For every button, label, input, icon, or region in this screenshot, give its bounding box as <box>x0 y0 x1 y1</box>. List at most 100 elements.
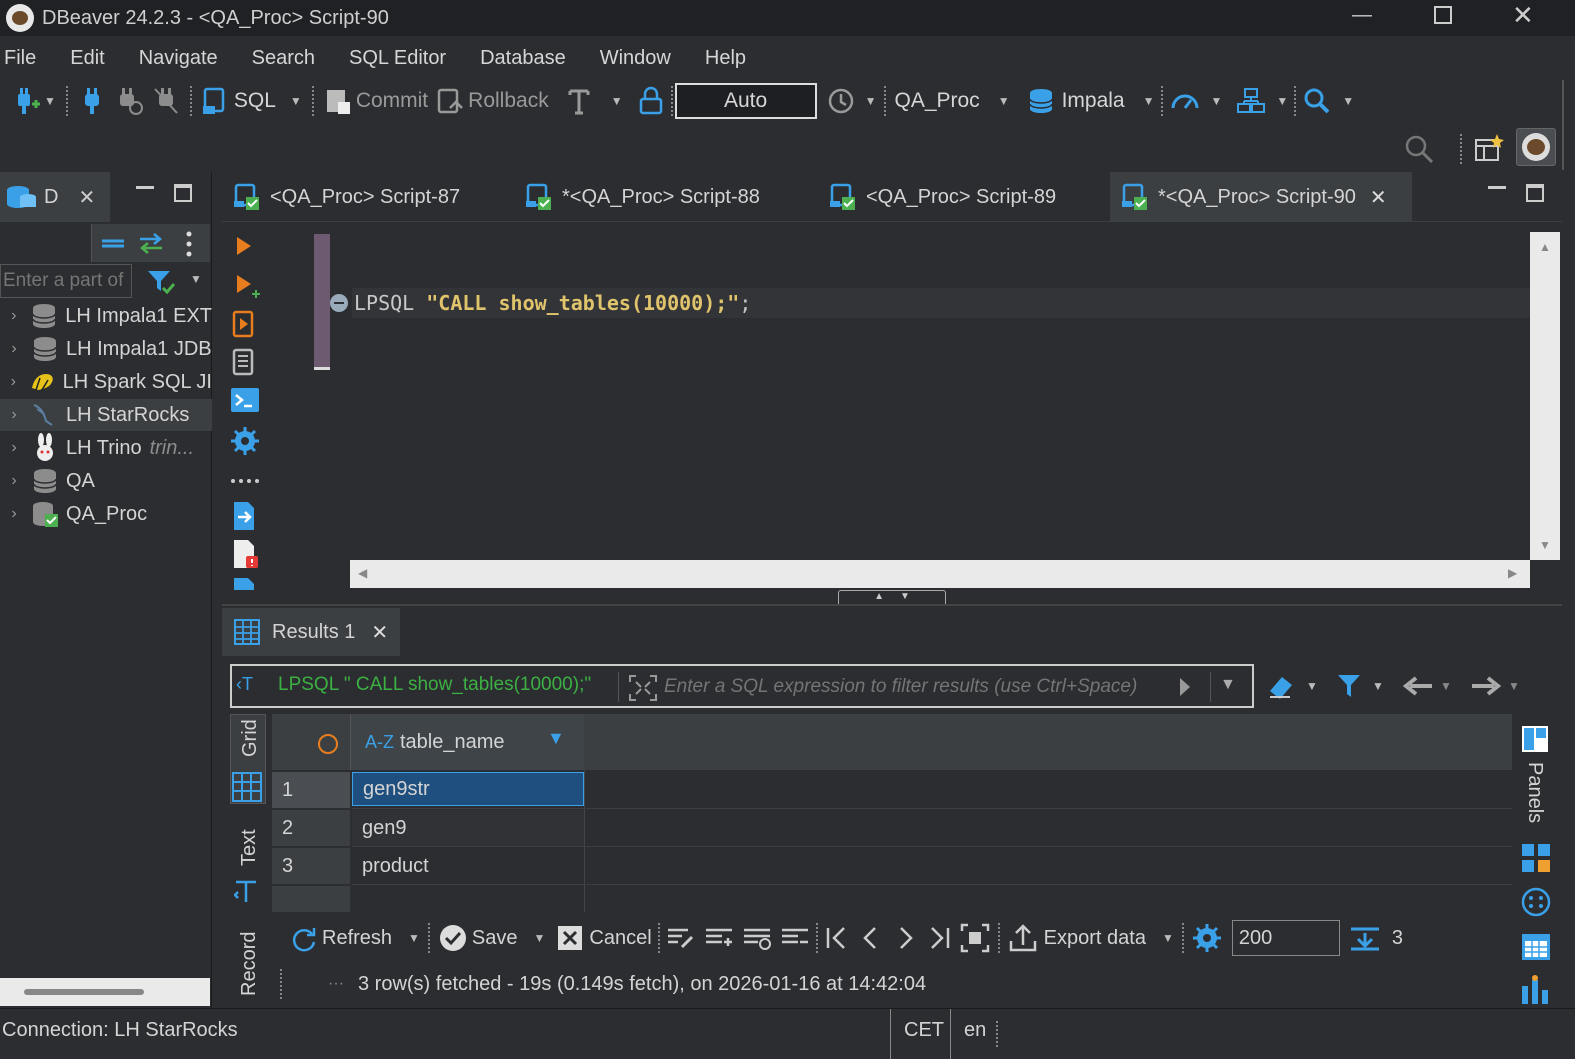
tree-item-lh-impala1-jdb[interactable]: › LH Impala1 JDB <box>0 333 212 365</box>
row-number-3[interactable]: 3 <box>272 848 350 884</box>
scroll-down-icon[interactable]: ▼ <box>1539 538 1551 552</box>
editor-tab-script-87[interactable]: <QA_Proc> Script-87 <box>232 172 460 222</box>
perspective-dbeaver-button[interactable] <box>1516 128 1556 166</box>
value-panel-button[interactable] <box>1520 842 1552 874</box>
export-data-button[interactable]: Export data ▼ <box>1004 918 1178 958</box>
chevron-down-icon[interactable]: ▼ <box>1440 679 1452 693</box>
copy-row-button[interactable] <box>738 918 776 958</box>
timezone-status[interactable]: CET <box>904 1019 944 1042</box>
metadata-panel-button[interactable] <box>1520 886 1552 918</box>
editor-tab-script-90[interactable]: *<QA_Proc> Script-90 ✕ <box>1110 172 1412 222</box>
execute-in-new-tab-button[interactable] <box>234 272 262 300</box>
navigator-hscrollbar[interactable] <box>0 978 210 1006</box>
fetch-size-input-box[interactable]: 200 <box>1231 920 1340 956</box>
chevron-right-icon[interactable]: › <box>0 307 28 325</box>
connection-selector[interactable] <box>0 224 92 262</box>
scroll-right-icon[interactable]: ▶ <box>1508 566 1517 580</box>
close-icon[interactable]: ✕ <box>371 620 388 645</box>
previous-page-button[interactable] <box>854 918 888 958</box>
editor-tab-script-89[interactable]: <QA_Proc> Script-89 <box>828 172 1056 222</box>
execute-statement-button[interactable] <box>234 234 254 258</box>
open-console-button[interactable] <box>230 386 260 416</box>
edit-row-button[interactable] <box>662 918 700 958</box>
menu-database[interactable]: Database <box>480 47 566 70</box>
navigator-filter-input[interactable] <box>0 264 132 298</box>
tree-item-lh-trino[interactable]: › LH Trino trin... <box>0 432 212 464</box>
last-page-button[interactable] <box>922 918 956 958</box>
add-row-button[interactable] <box>700 918 738 958</box>
global-search-button[interactable] <box>1402 132 1436 166</box>
next-page-button[interactable] <box>888 918 922 958</box>
chevron-down-icon[interactable]: ▼ <box>1276 94 1288 108</box>
expand-icon[interactable] <box>628 674 658 702</box>
active-datasource-selector[interactable]: QA_Proc ▼ <box>890 81 1013 121</box>
tree-item-lh-spark-sql[interactable]: › LH Spark SQL JI <box>0 366 212 398</box>
scroll-left-icon[interactable]: ◀ <box>358 566 367 580</box>
chevron-down-icon[interactable]: ▼ <box>1143 94 1155 108</box>
navigator-tab[interactable]: D ✕ <box>0 172 110 222</box>
menu-navigate[interactable]: Navigate <box>139 47 218 70</box>
search-toolbar-button[interactable]: ▼ <box>1298 81 1358 121</box>
fold-icon[interactable] <box>330 294 348 312</box>
transaction-mode-button[interactable]: ▼ <box>563 81 627 121</box>
minimize-panel-button[interactable] <box>136 186 154 190</box>
maximize-button[interactable] <box>1434 6 1452 24</box>
menu-window[interactable]: Window <box>600 47 671 70</box>
cancel-button[interactable]: Cancel <box>553 918 655 958</box>
tree-item-lh-impala1-ext[interactable]: › LH Impala1 EXT <box>0 300 212 332</box>
apply-filter-button[interactable] <box>1178 676 1192 698</box>
new-connection-button[interactable]: ▼ <box>8 81 60 121</box>
chevron-down-icon[interactable]: ▼ <box>290 94 302 108</box>
chevron-down-icon[interactable]: ▼ <box>190 272 202 286</box>
explain-plan-button[interactable] <box>230 346 260 378</box>
minimize-button[interactable]: — <box>1352 4 1382 32</box>
editor-hscrollbar[interactable]: ◀ ▶ <box>350 560 1530 588</box>
maximize-panel-button[interactable] <box>174 184 192 202</box>
transaction-mode-box[interactable]: Auto <box>674 83 817 119</box>
result-settings-button[interactable] <box>1188 918 1226 958</box>
tree-item-qa-proc[interactable]: › QA_Proc <box>0 498 212 530</box>
chevron-down-icon[interactable]: ▼ <box>1372 679 1384 693</box>
column-header-table-name[interactable]: A-Z table_name ▼ <box>350 714 584 770</box>
chevron-right-icon[interactable]: › <box>0 373 27 391</box>
forward-button[interactable]: ▼ <box>1470 668 1526 704</box>
filter-history-dropdown[interactable]: ▼ <box>1220 676 1236 694</box>
tree-item-qa[interactable]: › QA <box>0 465 212 497</box>
sort-dropdown-icon[interactable]: ▼ <box>547 728 565 749</box>
chevron-down-icon[interactable]: ▼ <box>408 931 420 945</box>
chevron-up-icon[interactable]: ▲ <box>874 591 884 604</box>
delete-row-button[interactable] <box>776 918 814 958</box>
row-select-all[interactable] <box>318 734 338 754</box>
open-perspective-button[interactable] <box>1472 132 1506 164</box>
reconnect-button[interactable] <box>110 81 148 121</box>
connect-button[interactable] <box>74 81 110 121</box>
menu-edit[interactable]: Edit <box>70 47 104 70</box>
panels-label[interactable]: Panels <box>1523 762 1546 823</box>
editor-tab-script-88[interactable]: *<QA_Proc> Script-88 <box>524 172 760 222</box>
chevron-right-icon[interactable]: › <box>0 406 28 424</box>
chevron-down-icon[interactable]: ▼ <box>1162 931 1174 945</box>
first-page-button[interactable] <box>820 918 854 958</box>
more-actions-icon[interactable] <box>230 472 260 483</box>
chevron-right-icon[interactable]: › <box>0 505 28 523</box>
cell-table-name-3[interactable]: product <box>352 848 584 884</box>
side-tab-record[interactable]: Record <box>230 926 266 998</box>
calendar-panel-button[interactable] <box>1520 930 1552 962</box>
grid-view-icon[interactable] <box>232 772 262 802</box>
menu-sql-editor[interactable]: SQL Editor <box>349 47 446 70</box>
disconnect-button[interactable] <box>148 81 184 121</box>
chevron-down-icon[interactable]: ▼ <box>998 94 1010 108</box>
cell-table-name-2[interactable]: gen9 <box>352 810 584 846</box>
clear-filter-button[interactable]: ▼ <box>1266 668 1324 704</box>
code-editor[interactable]: LPSQL "CALL show_tables(10000);"; <box>312 232 1530 560</box>
lock-button[interactable] <box>633 81 669 121</box>
chevron-down-icon[interactable]: ▼ <box>900 591 910 604</box>
chevron-right-icon[interactable]: › <box>0 340 28 358</box>
rollback-button[interactable]: Rollback <box>432 81 553 121</box>
menu-help[interactable]: Help <box>705 47 746 70</box>
filter-expression-input[interactable] <box>664 670 1176 704</box>
chevron-down-icon[interactable]: ▼ <box>1508 679 1520 693</box>
erd-button[interactable]: ▼ <box>1232 81 1292 121</box>
row-number-1[interactable]: 1 <box>272 772 350 808</box>
row-number-2[interactable]: 2 <box>272 810 350 846</box>
